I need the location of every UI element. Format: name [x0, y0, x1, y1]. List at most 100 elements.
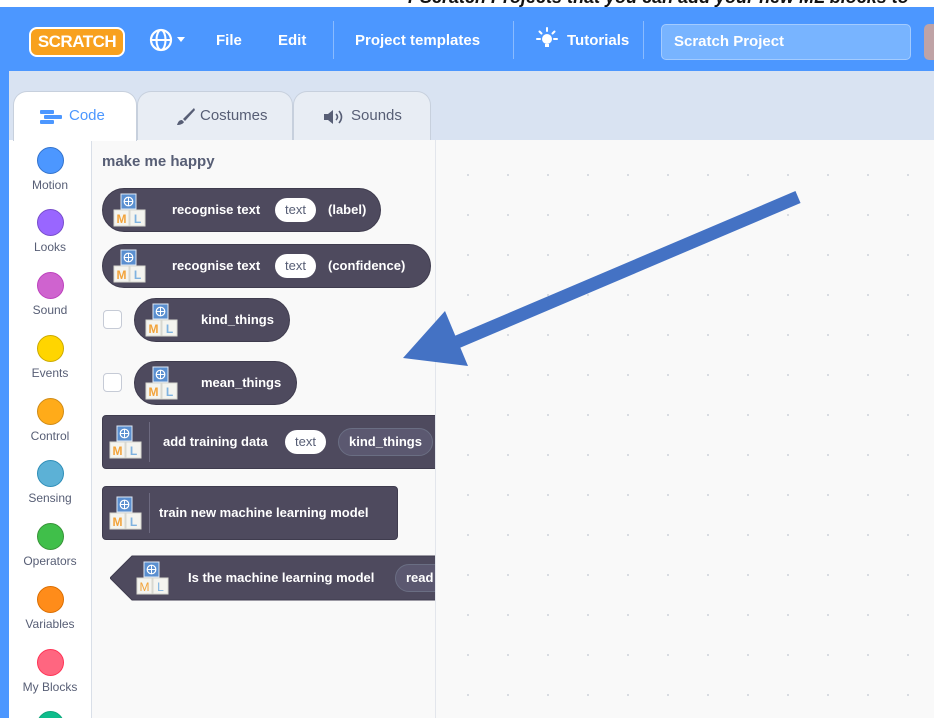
category-operators[interactable]: Operators	[9, 523, 91, 568]
mean-things-checkbox[interactable]	[103, 373, 122, 392]
block-text: recognise text	[172, 202, 261, 217]
language-globe-icon[interactable]	[147, 23, 187, 57]
category-extension[interactable]	[9, 711, 91, 718]
speaker-icon	[324, 110, 343, 124]
category-sensing[interactable]: Sensing	[9, 460, 91, 505]
block-separator	[149, 493, 150, 533]
ml-extension-icon: M L	[109, 496, 142, 530]
block-categories: Motion Looks Sound Events Control Sensin…	[9, 140, 92, 718]
svg-text:M: M	[149, 322, 159, 336]
sensing-dot-icon	[36, 460, 64, 487]
block-text: recognise text	[172, 258, 261, 273]
block-palette: make me happy M L recognise text text (l…	[92, 140, 435, 718]
category-label: Events	[31, 366, 69, 380]
category-sound[interactable]: Sound	[9, 272, 91, 317]
svg-text:L: L	[166, 385, 173, 399]
text-input-pill[interactable]: text	[285, 430, 326, 454]
text-input-pill[interactable]: text	[275, 254, 316, 278]
category-label: Variables	[25, 617, 75, 631]
svg-text:L: L	[157, 580, 164, 594]
train-model-block[interactable]: M L train new machine learning model	[102, 486, 398, 540]
svg-text:M: M	[117, 268, 127, 282]
my-blocks-dot-icon	[36, 649, 64, 676]
svg-text:M: M	[113, 515, 123, 529]
svg-text:L: L	[130, 515, 137, 529]
block-text: add training data	[163, 434, 268, 449]
ml-extension-icon: M L	[113, 193, 146, 227]
svg-text:L: L	[166, 322, 173, 336]
add-training-data-block[interactable]: M L add training data text kind_things	[102, 415, 435, 469]
category-label: Control	[30, 429, 70, 443]
category-my-blocks[interactable]: My Blocks	[9, 649, 91, 694]
motion-dot-icon	[36, 147, 64, 174]
sound-dot-icon	[36, 272, 64, 299]
control-dot-icon	[36, 398, 64, 425]
editor-tab-bar: Code Costumes Sounds	[9, 71, 934, 141]
category-label: Motion	[31, 178, 69, 192]
paintbrush-icon	[177, 108, 195, 125]
recognise-text-confidence-block[interactable]: M L recognise text text (confidence)	[102, 244, 431, 288]
operators-dot-icon	[36, 523, 64, 550]
tab-costumes-label: Costumes	[200, 107, 268, 124]
menu-divider	[333, 21, 334, 59]
menu-divider	[513, 21, 514, 59]
cropped-caption: r Scratch Projects that you can add your…	[0, 0, 934, 7]
svg-text:M: M	[149, 385, 159, 399]
tab-code-label: Code	[69, 107, 105, 124]
variables-dot-icon	[36, 586, 64, 613]
kind-things-checkbox[interactable]	[103, 310, 122, 329]
block-suffix: (label)	[328, 202, 367, 217]
mean-things-reporter[interactable]: M L mean_things	[134, 361, 297, 405]
ml-extension-icon: M L	[136, 561, 169, 595]
scratch-editor: SCRATCH File Edit Project templates Tuto…	[0, 7, 934, 718]
category-events[interactable]: Events	[9, 335, 91, 380]
kind-things-reporter[interactable]: M L kind_things	[134, 298, 290, 342]
recognise-text-label-block[interactable]: M L recognise text text (label)	[102, 188, 381, 232]
ready-dropdown[interactable]: read	[395, 564, 435, 592]
tutorials-menu[interactable]: Tutorials	[567, 32, 629, 49]
file-menu[interactable]: File	[216, 32, 242, 49]
block-text: train new machine learning model	[159, 505, 369, 520]
scratch-logo[interactable]: SCRATCH	[29, 27, 125, 57]
events-dot-icon	[36, 335, 64, 362]
svg-text:L: L	[134, 268, 141, 282]
block-suffix: (confidence)	[328, 258, 406, 273]
script-workspace[interactable]	[435, 140, 934, 718]
project-templates-menu[interactable]: Project templates	[355, 32, 480, 49]
category-looks[interactable]: Looks	[9, 209, 91, 254]
menu-bar: SCRATCH File Edit Project templates Tuto…	[9, 7, 934, 71]
category-variables[interactable]: Variables	[9, 586, 91, 631]
edit-menu[interactable]: Edit	[278, 32, 306, 49]
category-control[interactable]: Control	[9, 398, 91, 443]
share-button[interactable]	[924, 24, 934, 60]
tab-code[interactable]: Code	[13, 91, 137, 141]
menu-divider	[643, 21, 644, 59]
tab-sounds-label: Sounds	[351, 107, 402, 124]
svg-text:L: L	[134, 212, 141, 226]
category-label: My Blocks	[22, 680, 78, 694]
category-label: Sensing	[28, 491, 72, 505]
block-text: mean_things	[201, 375, 282, 390]
text-input-pill[interactable]: text	[275, 198, 316, 222]
svg-text:M: M	[113, 444, 123, 458]
extension-dot-icon	[36, 711, 64, 718]
palette-section-title: make me happy	[102, 153, 215, 170]
block-text: Is the machine learning model	[188, 570, 375, 585]
code-icon	[40, 110, 62, 124]
category-motion[interactable]: Motion	[9, 147, 91, 192]
category-label: Looks	[33, 240, 67, 254]
ml-extension-icon: M L	[109, 425, 142, 459]
block-separator	[149, 422, 150, 462]
svg-text:M: M	[140, 580, 150, 594]
category-label: Operators	[23, 554, 77, 568]
ml-extension-icon: M L	[113, 249, 146, 283]
project-title-input[interactable]: Scratch Project	[661, 24, 911, 60]
svg-text:M: M	[117, 212, 127, 226]
label-dropdown[interactable]: kind_things	[338, 428, 433, 456]
ml-extension-icon: M L	[145, 366, 178, 400]
tab-costumes[interactable]: Costumes	[137, 91, 293, 140]
ml-extension-icon: M L	[145, 303, 178, 337]
looks-dot-icon	[36, 209, 64, 236]
block-text: kind_things	[201, 312, 274, 327]
tab-sounds[interactable]: Sounds	[293, 91, 431, 140]
